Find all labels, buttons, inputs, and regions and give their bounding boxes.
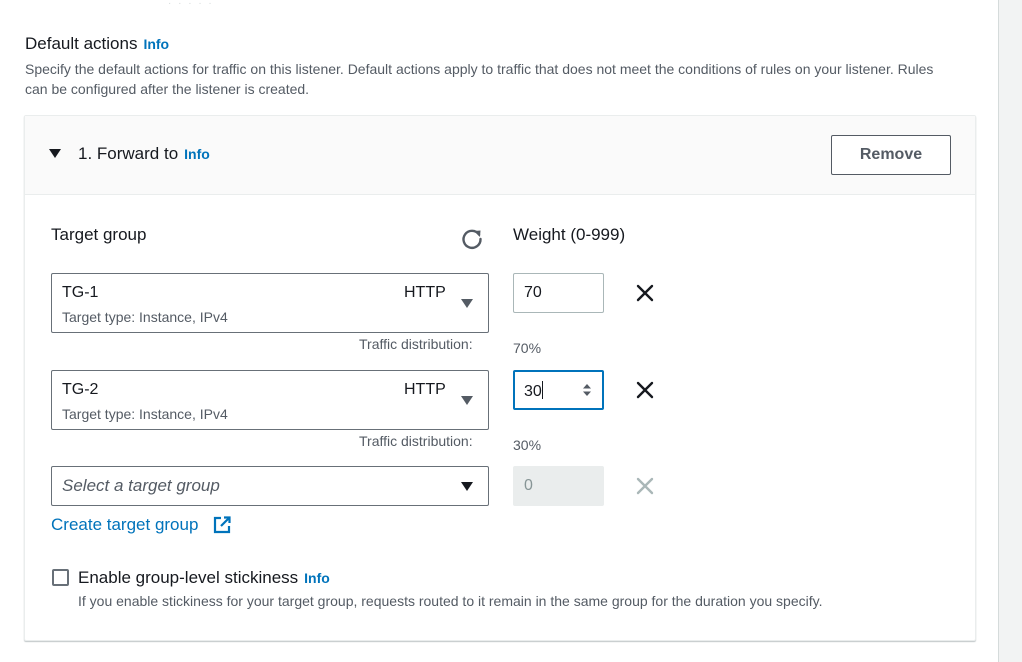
collapse-caret-icon[interactable] xyxy=(49,149,61,158)
forward-to-label: 1. Forward to xyxy=(78,144,179,163)
weight-input-1[interactable]: 70 xyxy=(513,273,604,313)
weight-value: 30 xyxy=(524,383,542,400)
target-group-name: TG-1 xyxy=(62,284,99,301)
scroll-fade-dots: · · · · · xyxy=(168,0,214,9)
dropdown-caret-icon xyxy=(461,396,473,405)
default-actions-heading: Default actions Info xyxy=(25,34,169,54)
weight-input-2[interactable]: 30 xyxy=(513,370,604,410)
target-group-select-1[interactable]: TG-1 HTTP Target type: Instance, IPv4 xyxy=(51,273,489,333)
remove-target-group-2-close-icon[interactable] xyxy=(634,379,656,401)
remove-new-target-group-close-icon xyxy=(636,477,654,495)
remove-button[interactable]: Remove xyxy=(831,135,951,175)
traffic-distribution-value: 70% xyxy=(513,340,542,356)
dropdown-caret-icon xyxy=(461,482,473,491)
select-target-group-dropdown[interactable]: Select a target group xyxy=(51,466,489,506)
weight-value: 0 xyxy=(524,477,533,494)
default-actions-info-link[interactable]: Info xyxy=(143,36,169,52)
target-group-name: TG-2 xyxy=(62,381,99,398)
remove-target-group-1-close-icon[interactable] xyxy=(634,282,656,304)
traffic-distribution-value: 30% xyxy=(513,437,542,453)
target-group-column-label: Target group xyxy=(51,225,147,244)
default-actions-description: Specify the default actions for traffic … xyxy=(25,61,934,97)
stickiness-info-link[interactable]: Info xyxy=(304,570,330,586)
forward-action-header: 1. Forward to Info Remove xyxy=(25,116,975,195)
forward-action-panel: 1. Forward to Info Remove Target group We… xyxy=(24,115,976,641)
forward-action-title: 1. Forward to Info xyxy=(78,144,210,164)
stickiness-label-row: Enable group-level stickiness Info xyxy=(78,568,330,588)
weight-column-label: Weight (0-999) xyxy=(513,225,626,244)
default-actions-title: Default actions xyxy=(25,34,138,53)
forward-to-info-link[interactable]: Info xyxy=(184,146,210,162)
stickiness-checkbox[interactable] xyxy=(52,569,69,586)
create-target-group-link[interactable]: Create target group xyxy=(51,515,198,535)
target-group-protocol: HTTP xyxy=(404,381,446,398)
target-group-type: Target type: Instance, IPv4 xyxy=(62,406,228,422)
weight-value: 70 xyxy=(524,284,542,301)
select-target-group-placeholder: Select a target group xyxy=(62,476,220,495)
right-scroll-rail[interactable] xyxy=(998,0,1022,662)
external-link-icon[interactable] xyxy=(213,516,231,534)
refresh-icon[interactable] xyxy=(459,226,485,252)
stickiness-description: If you enable stickiness for your target… xyxy=(78,593,823,609)
weight-input-new: 0 xyxy=(513,466,604,506)
dropdown-caret-icon xyxy=(461,299,473,308)
text-cursor xyxy=(541,381,543,399)
number-spinner-icon[interactable] xyxy=(582,382,592,398)
stickiness-label: Enable group-level stickiness xyxy=(78,568,299,587)
target-group-type: Target type: Instance, IPv4 xyxy=(62,309,228,325)
traffic-distribution-label: Traffic distribution: xyxy=(359,433,473,449)
target-group-select-2[interactable]: TG-2 HTTP Target type: Instance, IPv4 xyxy=(51,370,489,430)
traffic-distribution-label: Traffic distribution: xyxy=(359,336,473,352)
target-group-protocol: HTTP xyxy=(404,284,446,301)
